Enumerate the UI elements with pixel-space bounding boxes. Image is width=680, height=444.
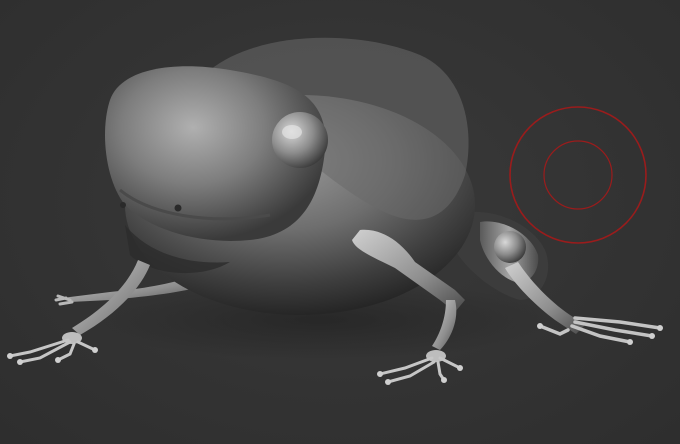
frog-eye-icon[interactable] — [272, 112, 328, 168]
nostril — [174, 204, 182, 212]
brush-cursor-icon — [509, 106, 647, 244]
nostril — [120, 202, 126, 208]
frog-head[interactable] — [105, 66, 328, 241]
sculpt-canvas[interactable] — [0, 0, 680, 444]
3d-viewport[interactable] — [0, 0, 680, 444]
